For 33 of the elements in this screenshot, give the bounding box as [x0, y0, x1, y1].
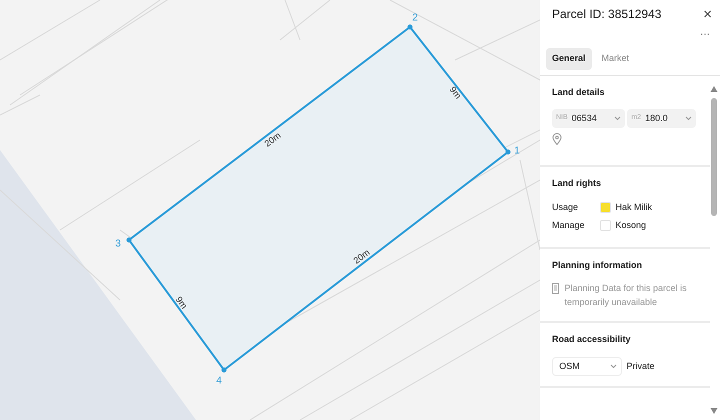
vertex-label: 2	[412, 12, 418, 24]
edge-length-label: 9m	[174, 294, 190, 311]
tab[interactable]: Market	[596, 48, 636, 70]
document-icon	[552, 283, 560, 294]
section-heading: Road accessibility	[552, 333, 632, 346]
vertex-marker	[506, 150, 510, 154]
field-label: Usage	[552, 200, 580, 214]
vertex-marker	[222, 368, 226, 372]
vertex-label: 3	[115, 238, 121, 250]
tab[interactable]: General	[546, 48, 592, 70]
select-field[interactable]: OSM	[552, 356, 622, 376]
edge-length-label: 20m	[262, 130, 283, 149]
edge-length-label: 20m	[352, 247, 372, 266]
field-value: Kosong	[616, 218, 646, 232]
vertex-marker	[408, 24, 412, 30]
field-value: Private	[626, 360, 655, 372]
section-heading: Planning information	[552, 258, 643, 272]
section-heading: Land rights	[552, 177, 602, 190]
edge-length-label: 9m	[448, 84, 464, 101]
location-pin-icon[interactable]	[552, 133, 562, 146]
section-heading: Land details	[552, 86, 606, 98]
caret-icon[interactable]	[610, 364, 617, 369]
caret-icon[interactable]	[614, 116, 622, 121]
vertex-label: 4	[216, 376, 222, 387]
field-label: Manage	[552, 218, 586, 232]
panel-title: Parcel ID: 38512943	[552, 6, 662, 23]
vertex-label: 1	[514, 146, 520, 157]
close-button[interactable]: ×	[703, 6, 712, 22]
field-value: Hak Milik	[616, 200, 652, 214]
vertex-marker	[126, 238, 132, 242]
caret-icon[interactable]	[685, 116, 692, 121]
more-button[interactable]: ···	[700, 30, 710, 40]
info-message: Planning Data for this parcel is temporarily unavailable	[564, 282, 688, 309]
